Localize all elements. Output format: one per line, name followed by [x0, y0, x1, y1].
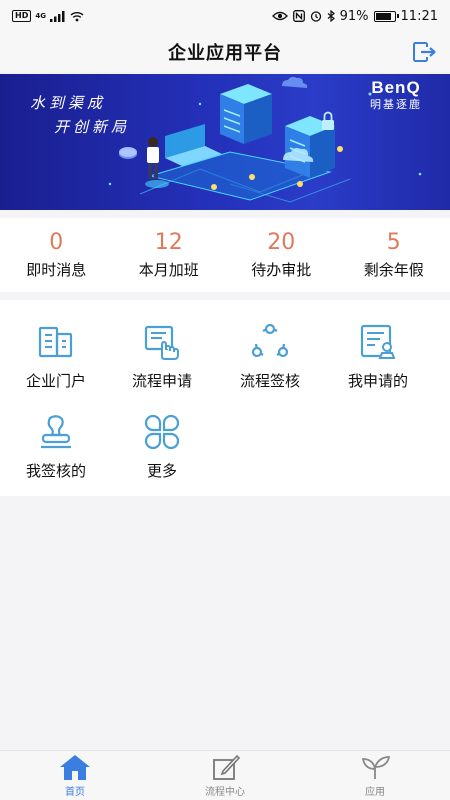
home-icon: [60, 755, 90, 780]
document-seal-icon: [360, 324, 396, 359]
tab-home[interactable]: 首页: [0, 751, 150, 800]
app-label: 我签核的: [25, 462, 86, 480]
banner-slogan-line1: 水到渠成: [30, 94, 107, 112]
promo-banner[interactable]: 水到渠成 开创新局 BenQ 明基逐鹿: [0, 74, 450, 210]
app-label: 我申请的: [347, 372, 408, 390]
brand-sub: 明基逐鹿: [370, 98, 422, 111]
bluetooth-icon: [327, 10, 335, 22]
building-icon: [38, 326, 73, 358]
clock: 11:21: [400, 8, 438, 24]
workflow-cycle-icon: [251, 323, 289, 358]
more-grid-icon: [144, 414, 180, 450]
apps-grid: 企业门户 流程申请 流程签核 我申请的 我签核的 更多: [0, 300, 450, 496]
app-my-requests[interactable]: 我申请的: [322, 322, 434, 391]
edit-icon: [213, 754, 241, 780]
stat-label: 待办审批: [251, 261, 312, 279]
battery-percent: 91%: [339, 8, 369, 24]
stat-value: 12: [154, 230, 183, 255]
tab-process-center[interactable]: 流程中心: [150, 751, 300, 800]
hd-indicator: HD: [12, 10, 32, 22]
battery-fill: [375, 12, 391, 20]
app-process-request[interactable]: 流程申请: [106, 322, 218, 391]
stat-label: 剩余年假: [363, 261, 424, 279]
app-label: 流程申请: [131, 372, 192, 390]
stat-value: 0: [49, 230, 64, 255]
app-label: 企业门户: [25, 372, 86, 390]
alarm-icon: [310, 11, 321, 22]
app-more[interactable]: 更多: [106, 412, 218, 481]
stats-panel: 0 即时消息 12 本月加班 20 待办审批 5 剩余年假: [0, 218, 450, 292]
nfc-icon: [292, 10, 305, 22]
stat-label: 本月加班: [138, 261, 199, 279]
app-label: 更多: [146, 462, 177, 480]
brand-name: BenQ: [371, 78, 421, 97]
wifi-icon: [70, 11, 84, 21]
stat-value: 5: [386, 230, 401, 255]
hand-document-icon: [144, 325, 179, 360]
app-header: 企业应用平台: [0, 32, 450, 72]
stat-label: 即时消息: [26, 261, 87, 279]
signal-icon: [49, 11, 65, 22]
tab-label: 应用: [365, 787, 385, 798]
stat-value: 20: [267, 230, 296, 255]
network-type: 4G: [35, 11, 46, 20]
stat-monthly-overtime[interactable]: 12 本月加班: [113, 218, 226, 292]
app-my-signoffs[interactable]: 我签核的: [0, 412, 112, 481]
stat-instant-messages[interactable]: 0 即时消息: [0, 218, 113, 292]
stat-pending-approvals[interactable]: 20 待办审批: [225, 218, 338, 292]
logout-icon[interactable]: [412, 40, 438, 64]
tab-label: 首页: [65, 787, 85, 798]
status-bar: HD 4G 91% 11:21: [0, 0, 450, 32]
app-enterprise-portal[interactable]: 企业门户: [0, 322, 112, 391]
tab-apps[interactable]: 应用: [300, 751, 450, 800]
stat-remaining-leave[interactable]: 5 剩余年假: [338, 218, 450, 292]
banner-slogan-line2: 开创新局: [54, 118, 131, 136]
app-label: 流程签核: [239, 372, 300, 390]
battery-icon: [373, 10, 399, 22]
tab-label: 流程中心: [205, 787, 245, 798]
sprout-icon: [361, 756, 391, 779]
stamp-icon: [41, 415, 71, 449]
brand-logo: BenQ 明基逐鹿: [370, 78, 422, 112]
app-process-signoff[interactable]: 流程签核: [214, 322, 326, 391]
eye-icon: [271, 11, 288, 21]
page-title: 企业应用平台: [168, 43, 282, 64]
bottom-tab-bar: 首页 流程中心 应用: [0, 750, 450, 800]
